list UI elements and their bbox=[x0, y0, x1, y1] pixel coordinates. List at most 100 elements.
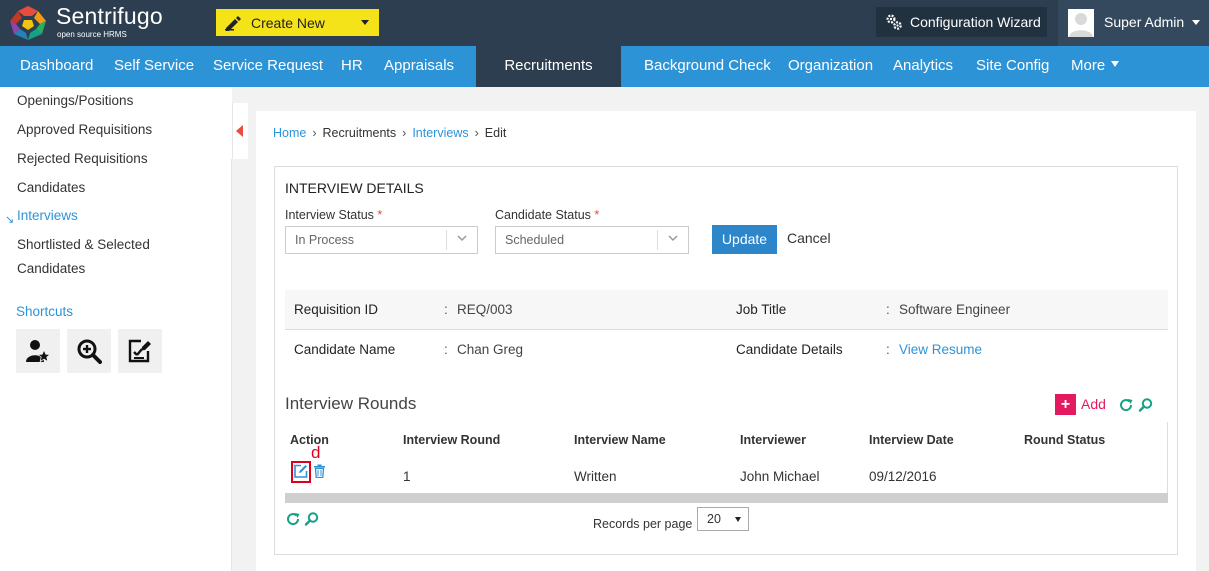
sidebar-item-interviews[interactable]: Interviews bbox=[17, 208, 78, 223]
create-new-label: Create New bbox=[251, 14, 325, 31]
add-round-button[interactable]: + Add bbox=[1055, 393, 1106, 415]
edit-icon[interactable] bbox=[293, 463, 309, 479]
sidebar-item-candidates[interactable]: Candidates bbox=[17, 180, 85, 195]
edit-check-icon bbox=[128, 339, 151, 363]
colon: : bbox=[886, 342, 890, 357]
add-round-label: Add bbox=[1081, 396, 1106, 412]
breadcrumb-separator: › bbox=[312, 126, 317, 140]
nav-site-config[interactable]: Site Config bbox=[976, 46, 1049, 87]
nav-organization[interactable]: Organization bbox=[788, 46, 873, 87]
view-resume-link[interactable]: View Resume bbox=[899, 342, 982, 357]
candidate-name-value: Chan Greg bbox=[457, 342, 524, 357]
sidebar-item-openings[interactable]: Openings/Positions bbox=[17, 93, 133, 108]
cell-interview-round: 1 bbox=[403, 469, 411, 484]
main-nav: Dashboard Self Service Service Request H… bbox=[0, 46, 1209, 87]
col-interview-date[interactable]: Interview Date bbox=[869, 433, 954, 447]
grid-footer: Records per page 20 bbox=[285, 507, 1168, 537]
nav-self-service[interactable]: Self Service bbox=[114, 46, 194, 87]
interview-status-select[interactable]: In Process bbox=[285, 226, 478, 254]
cell-interview-name: Written bbox=[574, 469, 617, 484]
breadcrumb-interviews[interactable]: Interviews bbox=[412, 126, 468, 140]
breadcrumb-home[interactable]: Home bbox=[273, 126, 306, 140]
sidebar-item-rejected-requisitions[interactable]: Rejected Requisitions bbox=[17, 151, 148, 166]
nav-more-label: More bbox=[1071, 57, 1106, 74]
plus-icon: + bbox=[1055, 393, 1076, 415]
col-interview-round[interactable]: Interview Round bbox=[403, 433, 500, 447]
cell-interview-date: 09/12/2016 bbox=[869, 469, 937, 484]
horizontal-scrollbar[interactable] bbox=[285, 493, 1168, 503]
nav-dashboard[interactable]: Dashboard bbox=[20, 46, 93, 87]
interview-status-label: Interview Status * bbox=[285, 208, 383, 222]
cell-interviewer: John Michael bbox=[740, 469, 820, 484]
nav-background-check[interactable]: Background Check bbox=[644, 46, 771, 87]
top-bar: Sentrifugo open source HRMS Create New C… bbox=[0, 0, 1209, 46]
trash-icon[interactable] bbox=[313, 464, 326, 478]
sidebar-item-approved-requisitions[interactable]: Approved Requisitions bbox=[17, 122, 152, 137]
interview-status-value: In Process bbox=[295, 233, 355, 247]
chevron-down-icon bbox=[1192, 20, 1200, 25]
nav-appraisals[interactable]: Appraisals bbox=[384, 46, 454, 87]
user-name: Super Admin bbox=[1104, 14, 1185, 30]
configuration-wizard-button[interactable]: Configuration Wizard bbox=[876, 7, 1047, 37]
shortcut-candidates[interactable] bbox=[16, 329, 60, 373]
job-title-label: Job Title bbox=[736, 302, 787, 317]
search-icon[interactable] bbox=[1138, 397, 1154, 413]
chevron-down-icon bbox=[361, 20, 369, 25]
candidate-status-label: Candidate Status * bbox=[495, 208, 600, 222]
requisition-id-value: REQ/003 bbox=[457, 302, 513, 317]
interview-rounds-title: Interview Rounds bbox=[285, 394, 417, 413]
refresh-icon[interactable] bbox=[1118, 397, 1134, 413]
col-interview-name[interactable]: Interview Name bbox=[574, 433, 666, 447]
pen-icon bbox=[225, 15, 241, 31]
job-title-value: Software Engineer bbox=[899, 302, 1011, 317]
breadcrumb-separator: › bbox=[474, 126, 479, 140]
nav-more[interactable]: More bbox=[1071, 46, 1120, 87]
main-content: Home › Recruitments › Interviews › Edit INTERV… bbox=[256, 111, 1196, 571]
cancel-button[interactable]: Cancel bbox=[787, 230, 831, 246]
update-button[interactable]: Update bbox=[712, 225, 777, 254]
shortcut-requisitions[interactable] bbox=[118, 329, 162, 373]
candidate-status-select[interactable]: Scheduled bbox=[495, 226, 689, 254]
sidebar-item-shortlisted-selected[interactable]: Shortlisted & Selected bbox=[17, 237, 150, 252]
sidebar-collapse-button[interactable] bbox=[232, 103, 248, 159]
breadcrumb-edit: Edit bbox=[484, 126, 507, 140]
col-action: Action bbox=[290, 433, 329, 447]
search-icon[interactable] bbox=[304, 511, 320, 527]
info-row-requisition: Requisition ID : REQ/003 Job Title : Sof… bbox=[285, 290, 1168, 330]
panel-title: INTERVIEW DETAILS bbox=[285, 180, 424, 196]
candidate-status-value: Scheduled bbox=[505, 233, 565, 247]
candidate-details-label: Candidate Details bbox=[736, 342, 843, 357]
col-interviewer[interactable]: Interviewer bbox=[740, 433, 806, 447]
user-menu[interactable]: Super Admin bbox=[1058, 0, 1209, 46]
nav-hr[interactable]: HR bbox=[341, 46, 363, 87]
shortcut-interviews[interactable] bbox=[67, 329, 111, 373]
candidate-name-label: Candidate Name bbox=[294, 342, 396, 357]
annotation-label: d bbox=[311, 443, 321, 462]
colon: : bbox=[444, 302, 448, 317]
interview-rounds-grid: Action Interview Round Interview Name In… bbox=[285, 422, 1168, 503]
refresh-icon[interactable] bbox=[285, 511, 301, 527]
interview-details-panel: INTERVIEW DETAILS Interview Status * In … bbox=[274, 166, 1178, 555]
sentrifugo-logo-icon[interactable] bbox=[8, 4, 48, 42]
breadcrumb-separator: › bbox=[402, 126, 407, 140]
caret-down-icon bbox=[735, 517, 741, 522]
gears-icon bbox=[886, 14, 902, 30]
col-round-status[interactable]: Round Status bbox=[1024, 433, 1105, 447]
configuration-wizard-label: Configuration Wizard bbox=[910, 14, 1041, 30]
nav-service-request[interactable]: Service Request bbox=[213, 46, 323, 87]
chevron-down-icon bbox=[668, 235, 678, 242]
records-per-page-label: Records per page bbox=[593, 517, 693, 531]
colon: : bbox=[886, 302, 890, 317]
collapse-left-icon bbox=[236, 125, 243, 137]
nav-analytics[interactable]: Analytics bbox=[893, 46, 953, 87]
requisition-id-label: Requisition ID bbox=[294, 302, 379, 317]
zoom-search-icon bbox=[77, 339, 102, 364]
create-new-button[interactable]: Create New bbox=[216, 9, 379, 36]
shortcuts-label: Shortcuts bbox=[16, 304, 74, 319]
active-arrow-icon: ↘ bbox=[5, 214, 15, 226]
sidebar-item-shortlisted-selected-line2[interactable]: Candidates bbox=[17, 261, 85, 276]
nav-recruitments[interactable]: Recruitments bbox=[476, 46, 621, 87]
records-per-page-select[interactable]: 20 bbox=[697, 507, 749, 531]
colon: : bbox=[444, 342, 448, 357]
user-star-icon bbox=[26, 340, 51, 363]
